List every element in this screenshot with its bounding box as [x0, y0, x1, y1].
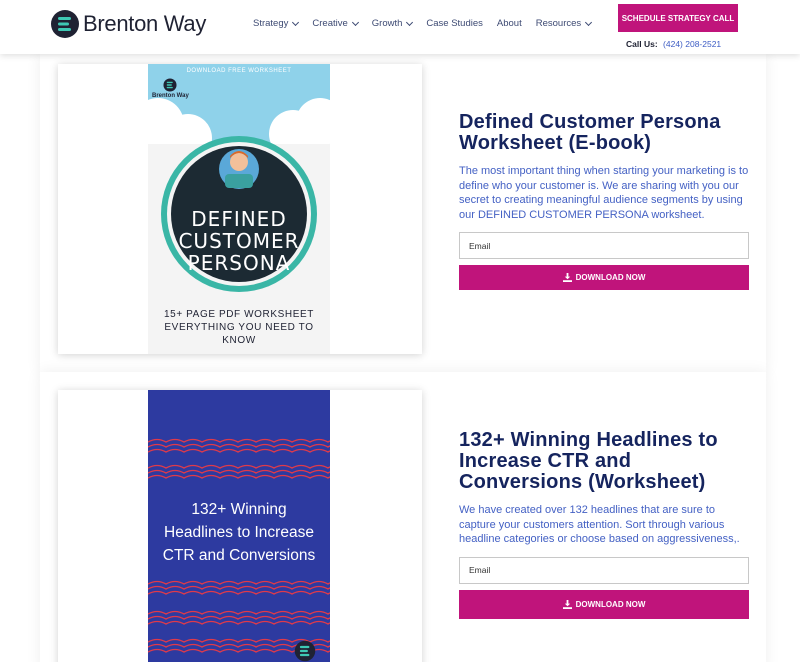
- download-label: DOWNLOAD NOW: [575, 273, 646, 282]
- wave-line: [148, 469, 330, 474]
- site-header: Brenton Way Strategy Creative Growth Cas…: [0, 0, 800, 54]
- wave-line: [148, 585, 330, 590]
- circle-line-1: DEFINED: [191, 207, 286, 231]
- nav-item-strategy[interactable]: Strategy: [253, 18, 300, 29]
- cover-brand-name: Brenton Way: [152, 93, 189, 99]
- persona-badge: DEFINED CUSTOMER PERSONA: [161, 136, 317, 292]
- wave-line: [148, 615, 330, 620]
- nav-item-growth[interactable]: Growth: [371, 18, 414, 29]
- email-field[interactable]: [459, 232, 749, 259]
- nav-item-resources[interactable]: Resources: [535, 18, 593, 29]
- phone-number-link[interactable]: (424) 208-2521: [663, 39, 721, 49]
- circle-line-2: CUSTOMER: [178, 229, 299, 253]
- wave-line: [148, 610, 330, 615]
- main-nav: Strategy Creative Growth Case Studies Ab…: [253, 18, 605, 29]
- nav-item-about[interactable]: About: [497, 18, 522, 29]
- nav-item-label: Creative: [312, 18, 348, 29]
- offer-title: 132+ Winning Headlines to Increase CTR a…: [459, 429, 718, 493]
- wave-line: [148, 590, 330, 595]
- cover-title-line: Headlines to Increase: [164, 524, 314, 541]
- download-now-button[interactable]: DOWNLOAD NOW: [459, 265, 749, 290]
- offer-section-persona: DOWNLOAD FREE WORKSHEET Brenton Way DEFI…: [40, 54, 766, 372]
- nav-item-case-studies[interactable]: Case Studies: [426, 18, 483, 29]
- nav-item-label: Strategy: [253, 18, 289, 29]
- cover-bottom-line: 15+ PAGE PDF WORKSHEET: [164, 309, 314, 320]
- wave-line: [148, 580, 330, 585]
- download-icon: [562, 273, 572, 282]
- chevron-down-icon: [351, 18, 359, 26]
- download-icon: [562, 599, 572, 609]
- chevron-down-icon: [585, 18, 593, 26]
- offer-title: Defined Customer Persona Worksheet (E-bo…: [459, 111, 721, 154]
- brand-logo[interactable]: Brenton Way: [50, 9, 206, 39]
- offer-description: The most important thing when starting y…: [459, 165, 749, 221]
- brenton-way-logo-icon: [163, 78, 177, 92]
- cover-bottom-line: KNOW: [222, 335, 256, 346]
- offer-image-card: 132+ Winning Headlines to Increase CTR a…: [58, 390, 422, 662]
- persona-ebook-cover: DOWNLOAD FREE WORKSHEET Brenton Way DEFI…: [148, 64, 330, 354]
- nav-item-creative[interactable]: Creative: [312, 18, 359, 29]
- cover-bottom-line: EVERYTHING YOU NEED TO: [164, 322, 314, 333]
- cover-title-line: CTR and Conversions: [162, 547, 316, 564]
- brenton-way-logo-icon: [294, 640, 316, 662]
- offer-description: We have created over 132 headlines that …: [459, 504, 740, 545]
- offer-content: Defined Customer Persona Worksheet (E-bo…: [459, 112, 749, 290]
- download-label: DOWNLOAD NOW: [575, 599, 646, 609]
- nav-item-label: Case Studies: [426, 18, 483, 29]
- call-us-label: Call Us:: [626, 39, 658, 49]
- cover-brand: Brenton Way: [152, 72, 189, 99]
- email-field[interactable]: [459, 556, 749, 584]
- chevron-down-icon: [406, 18, 414, 26]
- cover-bottom-text: 15+ PAGE PDF WORKSHEET EVERYTHING YOU NE…: [148, 308, 330, 347]
- offer-image-card: DOWNLOAD FREE WORKSHEET Brenton Way DEFI…: [58, 64, 422, 354]
- wave-line: [148, 448, 330, 453]
- nav-item-label: Growth: [371, 18, 403, 29]
- offer-section-headlines: 132+ Winning Headlines to Increase CTR a…: [40, 372, 766, 662]
- download-now-button[interactable]: DOWNLOAD NOW: [459, 589, 749, 619]
- cover-title: 132+ Winning Headlines to Increase CTR a…: [148, 498, 330, 567]
- wave-line: [148, 474, 330, 479]
- cover-title-line: 132+ Winning: [191, 501, 287, 518]
- brand-name: Brenton Way: [83, 11, 207, 36]
- brenton-way-logo-icon: [51, 10, 79, 38]
- headlines-worksheet-cover: 132+ Winning Headlines to Increase CTR a…: [148, 390, 330, 662]
- nav-item-label: Resources: [535, 18, 582, 29]
- wave-line: [148, 438, 330, 443]
- wave-line: [148, 443, 330, 448]
- wave-line: [148, 464, 330, 469]
- offer-content: 132+ Winning Headlines to Increase CTR a…: [459, 430, 749, 619]
- chevron-down-icon: [292, 18, 300, 26]
- call-us-text: Call Us: (424) 208-2521: [626, 39, 721, 49]
- nav-item-label: About: [496, 18, 522, 29]
- wave-line: [148, 620, 330, 625]
- circle-line-3: PERSONA: [188, 251, 291, 275]
- schedule-strategy-call-button[interactable]: SCHEDULE STRATEGY CALL: [618, 4, 738, 32]
